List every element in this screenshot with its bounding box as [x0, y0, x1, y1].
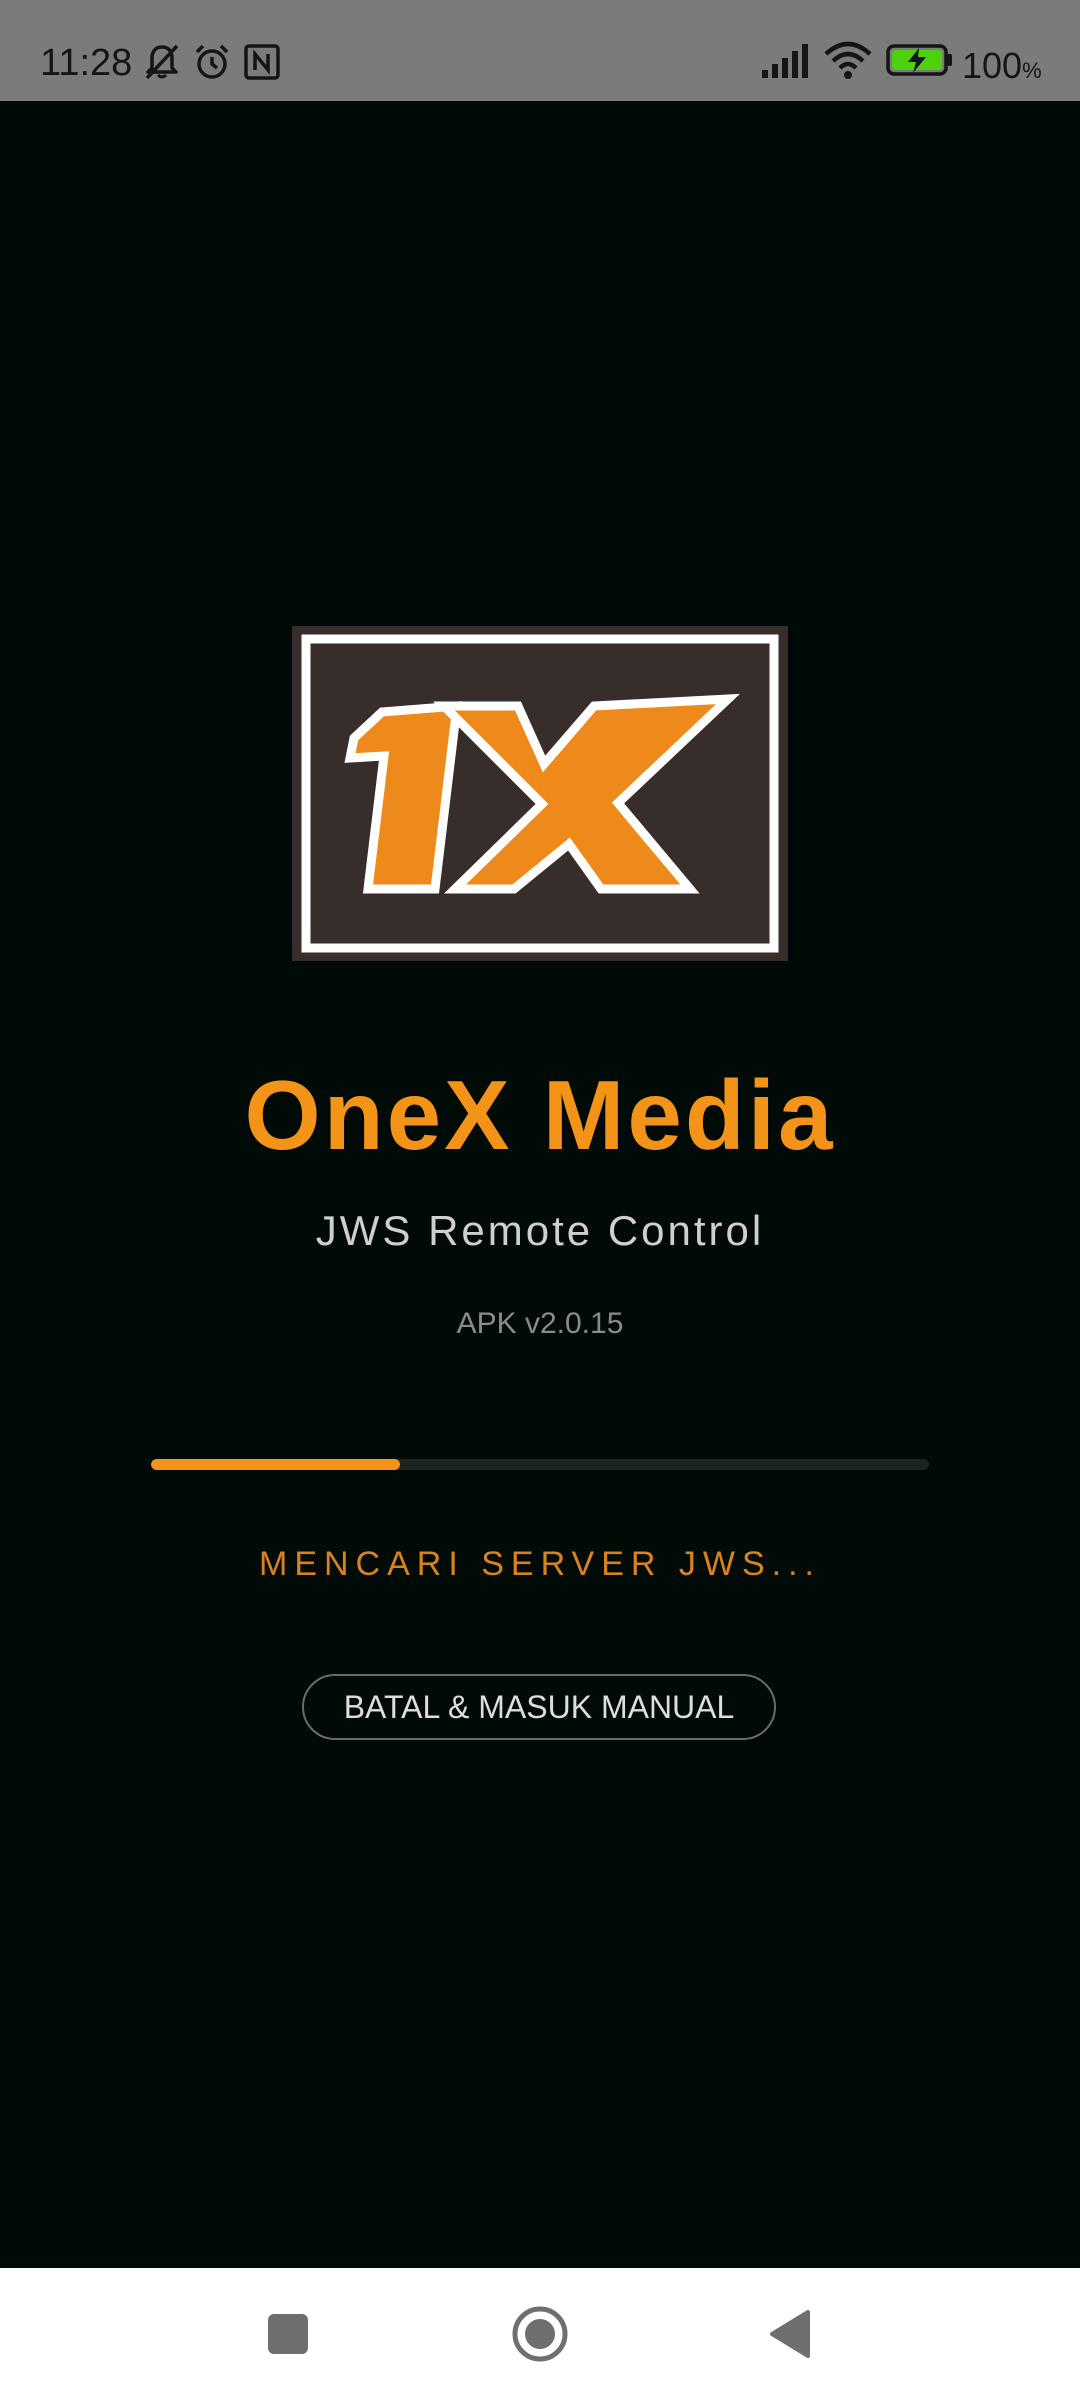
alarm-icon	[195, 44, 229, 79]
status-left-icons	[142, 42, 282, 82]
nfc-icon	[244, 44, 280, 80]
loading-progress-bar	[151, 1459, 929, 1470]
signal-icon	[762, 44, 808, 78]
status-right-icons	[760, 40, 954, 80]
battery-level: 100%	[962, 45, 1042, 86]
battery-charging-icon	[886, 44, 952, 76]
wifi-icon	[824, 41, 872, 79]
loading-progress-fill	[151, 1459, 400, 1470]
status-bar: 11:28 100%	[0, 0, 1080, 101]
recents-icon	[268, 2314, 308, 2354]
app-logo	[292, 626, 788, 961]
nav-back-button[interactable]	[730, 2268, 850, 2400]
home-icon	[512, 2306, 568, 2362]
nav-recents-button[interactable]	[228, 2268, 348, 2400]
loading-status-message: MENCARI SERVER JWS...	[259, 1545, 821, 1583]
cancel-manual-login-button[interactable]: BATAL & MASUK MANUAL	[302, 1674, 776, 1740]
app-subtitle: JWS Remote Control	[315, 1207, 765, 1254]
status-time: 11:28	[40, 42, 133, 84]
mute-icon	[145, 44, 179, 80]
system-nav-bar	[0, 2268, 1080, 2400]
nav-home-button[interactable]	[480, 2268, 600, 2400]
back-icon	[770, 2310, 810, 2358]
app-title: OneX Media	[244, 1060, 836, 1170]
app-version: APK v2.0.15	[456, 1307, 624, 1340]
